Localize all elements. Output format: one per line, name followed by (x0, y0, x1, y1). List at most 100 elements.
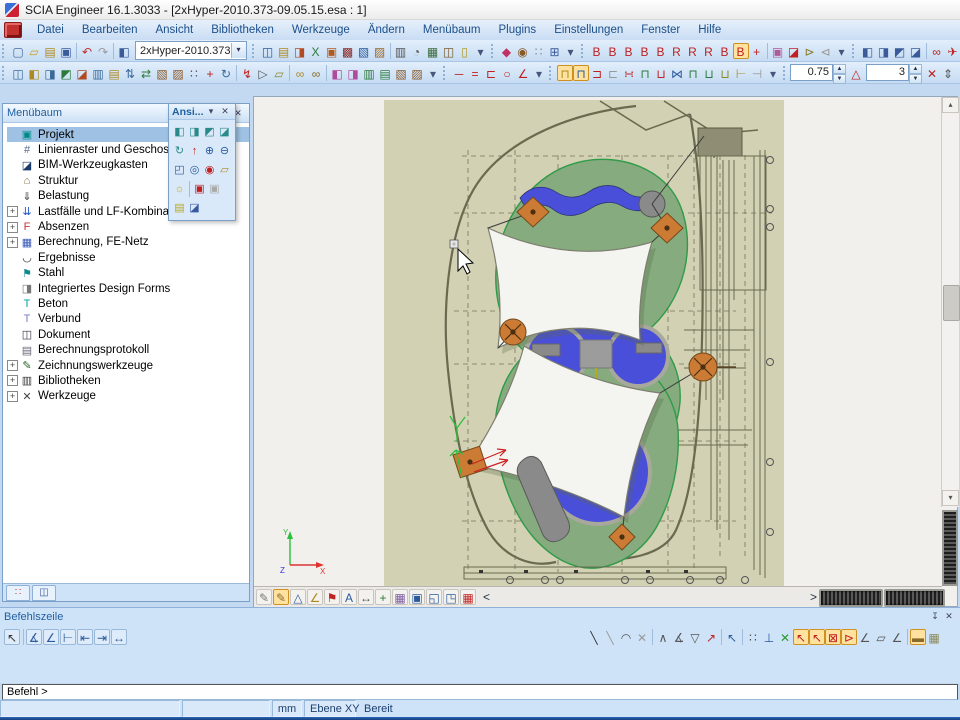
fe-mesh-view-icon[interactable]: ▦ (392, 589, 408, 605)
walk-view-icon[interactable]: ↑ (187, 143, 202, 158)
rotate-view-icon[interactable]: ↻ (172, 143, 187, 158)
tree-expander-icon[interactable]: + (7, 206, 18, 217)
beam-end-1-icon[interactable]: ⊢ (733, 65, 749, 81)
beam-spiral-icon[interactable]: B (637, 43, 653, 59)
model-modify-icon[interactable]: + (202, 65, 218, 81)
command-close-icon[interactable]: ✕ (942, 611, 956, 622)
tree-item-absenzen[interactable]: +FAbsenzen (7, 219, 249, 234)
local-axes-icon[interactable]: ⇄ (138, 65, 154, 81)
site-plan-canvas[interactable] (384, 100, 784, 586)
activity-icon[interactable]: ◨ (292, 43, 308, 59)
rect-tool-icon[interactable]: ⊏ (483, 65, 499, 81)
extend-right-icon[interactable]: ⇥ (94, 629, 110, 645)
camera-path-icon[interactable]: ⊲ (818, 43, 834, 59)
show-nodes-icon[interactable]: ◫ (10, 65, 26, 81)
support-custom-icon[interactable]: ⊏ (605, 65, 621, 81)
print-icon[interactable]: ▥ (393, 43, 409, 59)
scale-spinner-value[interactable]: 0.75 (790, 64, 833, 81)
open-file-icon[interactable]: ▱ (26, 43, 42, 59)
select-lightning-icon[interactable]: ↯ (239, 65, 255, 81)
view-direction-icon[interactable]: △ (290, 589, 306, 605)
overflow-icon[interactable]: ▾ (956, 65, 960, 81)
tree-item-stahl[interactable]: ⚑Stahl (7, 266, 249, 281)
snap-percent-icon[interactable]: ∠ (889, 629, 905, 645)
toolbar-grip[interactable] (852, 44, 857, 58)
view-settings-icon[interactable]: ◪ (187, 200, 202, 215)
overflow-icon[interactable]: ▾ (425, 65, 441, 81)
snap-grid-icon[interactable]: ∷ (745, 629, 761, 645)
window-cascade-icon[interactable]: ◧ (860, 43, 876, 59)
tab-menu-tree[interactable]: ∷ (6, 585, 30, 601)
spinner-up-icon[interactable]: ▲ (909, 64, 922, 74)
move-center-icon[interactable]: + (749, 43, 765, 59)
cursor-snap-settings-icon[interactable]: ↖ (724, 629, 740, 645)
angle-tool-icon[interactable]: ∠ (515, 65, 531, 81)
copy-attributes-icon[interactable]: ▣ (324, 43, 340, 59)
menu-einstellungen[interactable]: Einstellungen (545, 22, 632, 38)
flythrough-icon[interactable]: ⊳ (802, 43, 818, 59)
beam-end-2-icon[interactable]: ⊣ (749, 65, 765, 81)
undo-icon[interactable]: ↶ (79, 43, 95, 59)
view-box-min-icon[interactable]: ◱ (426, 589, 442, 605)
filter-cs-1-icon[interactable]: ▧ (393, 65, 409, 81)
beam-recalc-icon[interactable]: B (605, 43, 621, 59)
light-bulb-icon[interactable]: ☼ (172, 181, 187, 196)
view-axo-icon[interactable]: ◧ (172, 124, 187, 139)
select-cursor-icon[interactable]: ▷ (255, 65, 271, 81)
zoom-window-icon[interactable]: ◰ (172, 162, 187, 177)
export-picture-icon[interactable]: ◪ (786, 43, 802, 59)
overflow-icon[interactable]: ▾ (834, 43, 850, 59)
tree-item-beton[interactable]: TBeton (7, 296, 249, 311)
snap-delete-icon[interactable]: ✕ (634, 629, 650, 645)
ruler-scale-icon[interactable]: ∠ (307, 589, 323, 605)
point-grid-icon[interactable]: ∷ (531, 43, 547, 59)
xml-export-icon[interactable]: X (308, 43, 324, 59)
window-new-icon[interactable]: ◪ (908, 43, 924, 59)
render-pen-icon[interactable]: ✎ (273, 589, 289, 605)
support-hinged-icon[interactable]: ⊓ (573, 65, 589, 81)
shrink-members-icon[interactable]: ▨ (170, 65, 186, 81)
numpad-icon[interactable]: ▦ (926, 629, 942, 645)
combo-dropdown-icon[interactable]: ▾ (231, 43, 246, 58)
tree-expander-icon[interactable]: + (7, 375, 18, 386)
beam-delete-icon[interactable]: R (701, 43, 717, 59)
paperspace-gallery-icon[interactable]: ▨ (372, 43, 388, 59)
label-abc-icon[interactable]: A (341, 589, 357, 605)
overflow-icon[interactable]: ▾ (563, 43, 579, 59)
scale-arrows-icon[interactable]: △ (848, 65, 864, 81)
tab-window[interactable]: ◫ (32, 585, 56, 601)
print-preview-icon[interactable]: ◔ (409, 43, 425, 59)
view-xy-icon[interactable]: ◪ (217, 124, 232, 139)
tree-item-integriertes-design-forms[interactable]: ◨Integriertes Design Forms (7, 281, 249, 296)
parallel-tool-icon[interactable]: = (467, 65, 483, 81)
pan-wheel-horizontal[interactable] (819, 589, 883, 607)
gap-element-icon[interactable]: ⊔ (717, 65, 733, 81)
tree-item-zeichnungswerkzeuge[interactable]: +✎Zeichnungswerkzeuge (7, 358, 249, 373)
beam-redo-curve-icon[interactable]: R (669, 43, 685, 59)
menu--ndern[interactable]: Ändern (359, 22, 414, 38)
tree-expander-icon[interactable]: + (7, 222, 18, 233)
document-icon[interactable]: ▯ (457, 43, 473, 59)
extend-left-icon[interactable]: ⇤ (77, 629, 93, 645)
window-tile-icon[interactable]: ◨ (876, 43, 892, 59)
show-loads-icon[interactable]: ◪ (74, 65, 90, 81)
snap-vector-icon[interactable]: ↗ (703, 629, 719, 645)
fe-mesh-icon[interactable]: ▩ (340, 43, 356, 59)
new-line-icon[interactable]: ∡ (26, 629, 42, 645)
support-fixed-icon[interactable]: ⊓ (557, 65, 573, 81)
toolbar-grip[interactable] (443, 66, 448, 80)
palette-dropdown-icon[interactable]: ▾ (204, 106, 218, 117)
select-arrow-icon[interactable]: ↖ (4, 629, 20, 645)
snap-ortho-icon[interactable]: ⊥ (761, 629, 777, 645)
new-document-icon[interactable]: ▢ (10, 43, 26, 59)
select-previous-icon[interactable]: ∞ (292, 65, 308, 81)
menu-ansicht[interactable]: Ansicht (146, 22, 202, 38)
structure-axes-icon[interactable]: + (375, 589, 391, 605)
beam-degree-icon[interactable]: B (733, 43, 749, 59)
snap-dashed-line-icon[interactable]: ╲ (602, 629, 618, 645)
fly-mode-icon[interactable]: ✈ (945, 43, 960, 59)
snap-cross-green-icon[interactable]: ✕ (777, 629, 793, 645)
snap-arc-center-icon[interactable]: ▱ (873, 629, 889, 645)
toolbar-grip[interactable] (252, 44, 257, 58)
menu-plugins[interactable]: Plugins (489, 22, 545, 38)
